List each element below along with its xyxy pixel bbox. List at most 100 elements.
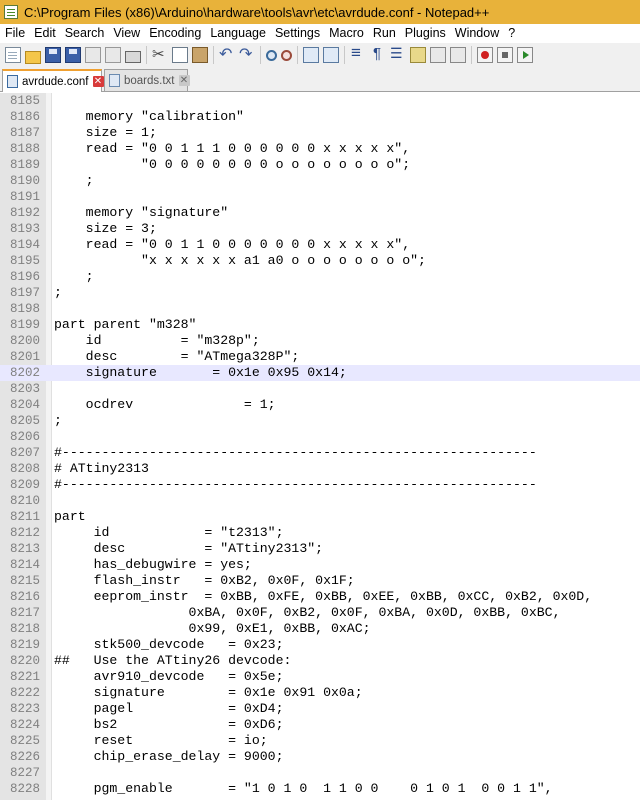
menu-help[interactable]: ? [503,24,519,43]
code-line[interactable]: 8203 [0,381,640,397]
menu-window[interactable]: Window [450,24,503,43]
code-line[interactable]: 8215 flash_instr = 0xB2, 0x0F, 0x1F; [0,573,640,589]
copy-icon[interactable] [172,47,188,63]
menu-search[interactable]: Search [60,24,109,43]
zoom-out-icon[interactable] [323,47,339,63]
code-line[interactable]: 8192 memory "signature" [0,205,640,221]
save-all-icon[interactable] [65,47,81,63]
code-line[interactable]: 8222 signature = 0x1e 0x91 0x0a; [0,685,640,701]
close-all-icon[interactable] [105,47,121,63]
code-line[interactable]: 8223 pagel = 0xD4; [0,701,640,717]
code-line[interactable]: 8221 avr910_devcode = 0x5e; [0,669,640,685]
menu-run[interactable]: Run [368,24,400,43]
toolbar-separator [297,46,298,64]
code-line[interactable]: 8208 # ATtiny2313 [0,461,640,477]
line-number: 8205 [9,414,40,428]
redo-icon[interactable] [239,44,255,64]
word-wrap-icon[interactable] [350,43,366,63]
code-line[interactable]: 8188 read = "0 0 1 1 1 0 0 0 0 0 0 x x x… [0,141,640,157]
code-editor[interactable]: 8185 8186 memory "calibration" 8187 size =… [0,93,640,800]
current-line[interactable]: 8202 signature = 0x1e 0x95 0x14; [0,365,640,381]
line-text: signature = 0x1e 0x95 0x14; [54,365,347,380]
code-line[interactable]: 8210 [0,493,640,509]
replace-icon[interactable] [281,49,292,61]
code-line[interactable]: 8218 0x99, 0xE1, 0xBB, 0xAC; [0,621,640,637]
play-macro-icon[interactable] [517,47,533,63]
code-line[interactable]: 8205; [0,413,640,429]
code-line[interactable]: 8190 ; [0,173,640,189]
save-icon[interactable] [45,47,61,63]
code-line[interactable]: 8196 ; [0,269,640,285]
code-line[interactable]: 8226 chip_erase_delay = 9000; [0,749,640,765]
code-line[interactable]: 8213 desc = "ATtiny2313"; [0,541,640,557]
doc-map-icon[interactable] [430,47,446,63]
code-line[interactable]: 8189 "0 0 0 0 0 0 0 0 o o o o o o o o"; [0,157,640,173]
close-file-icon[interactable] [85,47,101,63]
menu-edit[interactable]: Edit [29,24,60,43]
code-line[interactable]: 8204 ocdrev = 1; [0,397,640,413]
menu-view[interactable]: View [108,24,144,43]
cut-icon[interactable] [152,45,168,63]
code-line[interactable]: 8219 stk500_devcode = 0x23; [0,637,640,653]
code-line[interactable]: 8209 #-----------------------------------… [0,477,640,493]
print-icon[interactable] [125,51,141,63]
menu-settings[interactable]: Settings [270,24,324,43]
code-line[interactable]: 8227 [0,765,640,781]
line-number: 8217 [9,606,40,620]
tab-boards-txt[interactable]: boards.txt ✕ [104,69,190,91]
show-all-chars-icon[interactable] [370,45,386,63]
code-line[interactable]: 8197; [0,285,640,301]
code-line[interactable]: 8217 0xBA, 0x0F, 0xB2, 0x0F, 0xBA, 0x0D,… [0,605,640,621]
code-line[interactable]: 8211 part [0,509,640,525]
code-line[interactable]: 8201 desc = "ATmega328P"; [0,349,640,365]
line-text: desc = "ATtiny2313"; [54,541,324,556]
undo-icon[interactable] [219,44,235,64]
record-macro-icon[interactable] [477,47,493,63]
code-line[interactable]: 8193 size = 3; [0,221,640,237]
menu-language[interactable]: Language [205,24,270,43]
line-number: 8215 [9,574,40,588]
menu-file[interactable]: File [0,24,29,43]
close-icon[interactable]: ✕ [178,75,190,86]
indent-guide-icon[interactable] [390,45,406,63]
new-file-icon[interactable] [5,47,21,63]
language-icon[interactable] [410,47,426,63]
code-line[interactable]: 8212 id = "t2313"; [0,525,640,541]
code-line[interactable]: 8185 [0,93,640,109]
code-line[interactable]: 8200 id = "m328p"; [0,333,640,349]
code-line[interactable]: 8194 read = "0 0 1 1 0 0 0 0 0 0 0 x x x… [0,237,640,253]
tab-avrdude-conf[interactable]: avrdude.conf ✕ [2,69,104,92]
code-line[interactable]: 8191 [0,189,640,205]
line-number: 8190 [9,174,40,188]
code-line[interactable]: 8220 ## Use the ATtiny26 devcode: [0,653,640,669]
code-line[interactable]: 8214 has_debugwire = yes; [0,557,640,573]
stop-record-icon[interactable] [497,47,513,63]
line-number: 8211 [9,510,40,524]
code-line[interactable]: 8225 reset = io; [0,733,640,749]
code-line[interactable]: 8187 size = 1; [0,125,640,141]
code-line[interactable]: 8206 [0,429,640,445]
code-line[interactable]: 8224 bs2 = 0xD6; [0,717,640,733]
find-icon[interactable] [266,49,277,61]
line-text: desc = "ATmega328P"; [54,349,300,364]
code-line[interactable]: 8228 pgm_enable = "1 0 1 0 1 1 0 0 0 1 0… [0,781,640,797]
zoom-in-icon[interactable] [303,47,319,63]
code-line[interactable]: 8195 "x x x x x x a1 a0 o o o o o o o o"… [0,253,640,269]
line-number: 8228 [9,782,40,796]
menu-encoding[interactable]: Encoding [144,24,205,43]
paste-icon[interactable] [192,47,208,63]
line-text: #---------------------------------------… [54,477,537,492]
open-folder-icon[interactable] [25,50,41,64]
function-list-icon[interactable] [450,47,466,63]
code-line[interactable]: 8216 eeprom_instr = 0xBB, 0xFE, 0xBB, 0x… [0,589,640,605]
menu-macro[interactable]: Macro [324,24,368,43]
code-line[interactable]: 8207 #-----------------------------------… [0,445,640,461]
code-line[interactable]: 8186 memory "calibration" [0,109,640,125]
notepadpp-app-icon[interactable] [4,5,18,19]
line-number: 8195 [9,254,40,268]
line-text: memory "calibration" [54,109,244,124]
code-line[interactable]: 8199 part parent "m328" [0,317,640,333]
menu-plugins[interactable]: Plugins [400,24,450,43]
code-line[interactable]: 8198 [0,301,640,317]
close-icon[interactable]: ✕ [92,76,104,87]
